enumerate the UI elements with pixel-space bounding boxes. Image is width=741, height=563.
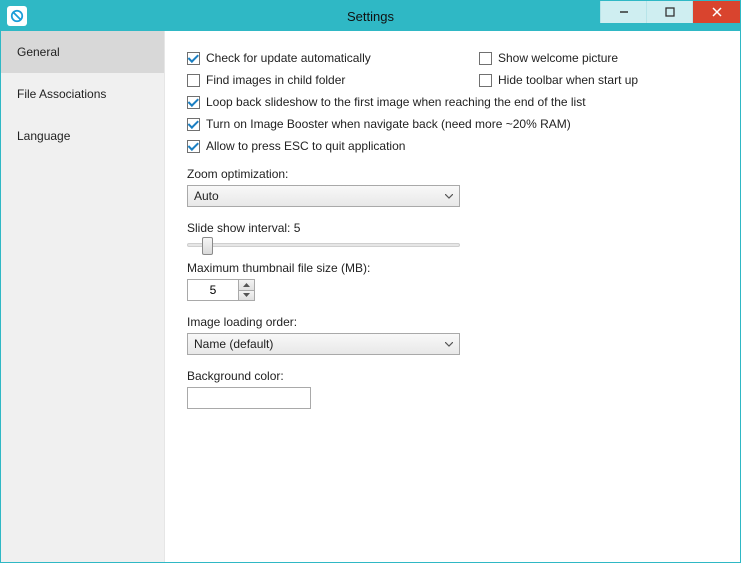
checkbox-loop-back[interactable] — [187, 96, 200, 109]
spinner-down-button[interactable] — [239, 291, 254, 301]
checkbox-check-update[interactable] — [187, 52, 200, 65]
select-zoom-optimization[interactable]: Auto — [187, 185, 460, 207]
select-image-loading-order-value: Name (default) — [194, 337, 273, 351]
app-icon — [7, 6, 27, 26]
label-esc-quit: Allow to press ESC to quit application — [206, 139, 405, 153]
select-image-loading-order[interactable]: Name (default) — [187, 333, 460, 355]
minimize-button[interactable] — [600, 1, 646, 23]
checkbox-show-welcome[interactable] — [479, 52, 492, 65]
title-bar: Settings — [1, 1, 740, 31]
input-max-thumb-size[interactable] — [188, 280, 238, 300]
label-max-thumb-size: Maximum thumbnail file size (MB): — [187, 261, 718, 275]
label-show-welcome: Show welcome picture — [498, 51, 618, 65]
checkbox-hide-toolbar[interactable] — [479, 74, 492, 87]
chevron-down-icon — [445, 189, 453, 203]
label-check-update: Check for update automatically — [206, 51, 371, 65]
label-loop-back: Loop back slideshow to the first image w… — [206, 95, 586, 109]
select-zoom-optimization-value: Auto — [194, 189, 219, 203]
spinner-max-thumb-size[interactable] — [187, 279, 255, 301]
label-background-color: Background color: — [187, 369, 718, 383]
label-image-booster: Turn on Image Booster when navigate back… — [206, 117, 571, 131]
spinner-up-button[interactable] — [239, 280, 254, 291]
checkbox-find-child[interactable] — [187, 74, 200, 87]
slider-thumb[interactable] — [202, 237, 213, 255]
sidebar: General File Associations Language — [1, 31, 165, 562]
maximize-button[interactable] — [646, 1, 692, 23]
tab-file-associations[interactable]: File Associations — [1, 73, 164, 115]
close-button[interactable] — [692, 1, 740, 23]
label-find-child: Find images in child folder — [206, 73, 345, 87]
slider-slideshow-interval[interactable] — [187, 243, 460, 247]
color-picker-background[interactable] — [187, 387, 311, 409]
settings-panel: Check for update automatically Show welc… — [165, 31, 740, 562]
checkbox-image-booster[interactable] — [187, 118, 200, 131]
label-zoom-optimization: Zoom optimization: — [187, 167, 718, 181]
label-hide-toolbar: Hide toolbar when start up — [498, 73, 638, 87]
tab-general[interactable]: General — [1, 31, 164, 73]
label-image-loading-order: Image loading order: — [187, 315, 718, 329]
checkbox-esc-quit[interactable] — [187, 140, 200, 153]
chevron-down-icon — [445, 337, 453, 351]
tab-language[interactable]: Language — [1, 115, 164, 157]
label-slideshow-interval: Slide show interval: 5 — [187, 221, 718, 235]
